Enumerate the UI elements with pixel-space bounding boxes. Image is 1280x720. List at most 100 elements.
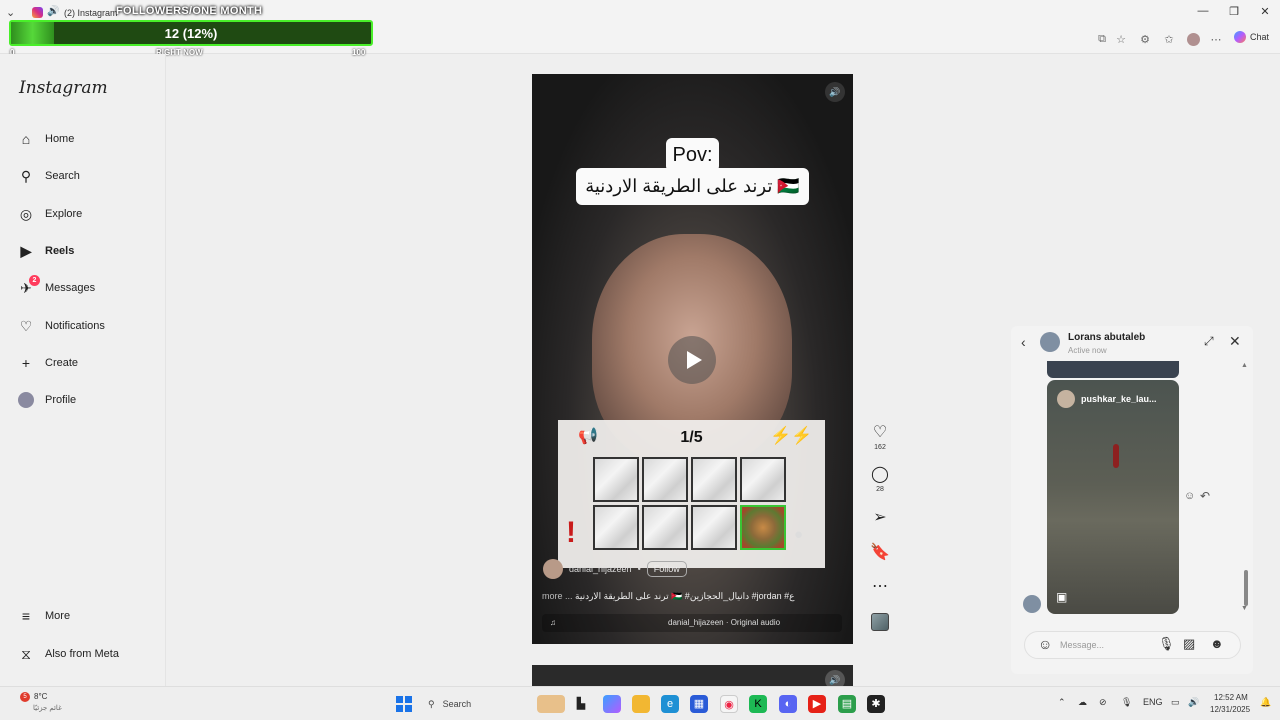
close-icon[interactable]: ✕ — [1229, 333, 1241, 350]
sidebar-item-search[interactable]: ⚲ Search — [18, 165, 80, 187]
sidebar-item-profile[interactable]: Profile — [18, 389, 76, 411]
plus-icon: + — [21, 355, 31, 371]
discord-icon[interactable]: ◐ — [779, 695, 797, 713]
game-tile[interactable] — [593, 505, 639, 550]
sidebar-item-more[interactable]: ≡ More — [18, 605, 70, 627]
message-input[interactable] — [1060, 637, 1150, 653]
shared-reel-message[interactable] — [1047, 380, 1179, 614]
sidebar-item-label: Profile — [45, 394, 77, 406]
reel-badge-icon: ▣ — [1056, 590, 1068, 604]
sidebar-item-home[interactable]: ⌂ Home — [18, 128, 75, 150]
sidebar-item-notifications[interactable]: ♡ Notifications — [18, 315, 105, 337]
game-tile[interactable] — [740, 457, 786, 502]
like-heart-icon[interactable]: ♡ — [866, 422, 894, 442]
image-upload-icon[interactable]: ▨ — [1183, 636, 1195, 652]
chat-label: Chat — [1250, 32, 1270, 42]
tab-list-chevron-icon[interactable]: ⌄ — [6, 6, 15, 19]
volume-icon[interactable]: 🔊 — [1188, 697, 1199, 708]
game-tile-found[interactable] — [740, 505, 786, 550]
tray-overflow-icon[interactable]: ⌃ — [1058, 697, 1066, 708]
sidebar-item-reels[interactable]: ▶ Reels — [18, 240, 75, 262]
contact-name[interactable]: Lorans abutaleb — [1068, 332, 1145, 343]
play-button[interactable] — [668, 336, 716, 384]
lightbulb-icon: ● — [794, 526, 804, 543]
video-caption-overlay: ترند على الطريقة الاردنية 🇯🇴 — [576, 168, 809, 205]
browser-profile-avatar[interactable] — [1187, 33, 1200, 46]
sidebar-item-also-from-meta[interactable]: ⧖ Also from Meta — [18, 643, 119, 665]
sidebar-item-explore[interactable]: ◎ Explore — [18, 203, 82, 225]
microphone-icon[interactable]: 🎙 — [1158, 636, 1175, 652]
copilot-chat-button[interactable]: Chat — [1234, 31, 1269, 43]
notification-bell-icon[interactable]: 🔔 — [1260, 697, 1271, 708]
author-avatar[interactable] — [543, 559, 563, 579]
close-window-icon[interactable]: ✕ — [1255, 5, 1275, 18]
progress-max-label: 100 — [352, 48, 366, 57]
game-tile[interactable] — [642, 457, 688, 502]
emoji-icon[interactable]: ☺ — [1038, 636, 1052, 652]
store-app-icon[interactable]: ▦ — [690, 695, 708, 713]
caption-more-link[interactable]: more ... — [542, 591, 573, 601]
reel-caption: more ... ترند على الطريقة الاردنية 🇯🇴 #د… — [542, 591, 802, 602]
mic-tray-icon[interactable]: 🎙 — [1121, 697, 1132, 708]
weather-description[interactable]: غائم جزئيًا — [33, 704, 62, 712]
react-emoji-icon[interactable]: ☺ — [1184, 490, 1195, 502]
display-icon[interactable]: ▭ — [1171, 697, 1180, 708]
maximize-icon[interactable]: ❐ — [1224, 5, 1244, 18]
previous-message-media[interactable] — [1047, 361, 1179, 378]
game-overlay: 📢 1/5 ⚡⚡ ! ● — [558, 420, 825, 568]
game-tile[interactable] — [593, 457, 639, 502]
kick-app-icon[interactable]: K — [749, 695, 767, 713]
compass-icon: ◎ — [19, 205, 33, 222]
favorite-star-icon[interactable]: ☆ — [1113, 33, 1129, 46]
follow-button[interactable]: Follow — [646, 561, 687, 577]
game-tile[interactable] — [642, 505, 688, 550]
sticker-icon[interactable]: ☻ — [1210, 636, 1224, 651]
scroll-up-icon[interactable]: ▲ — [1241, 362, 1248, 369]
instagram-logo[interactable]: Instagram — [19, 78, 108, 98]
clock-date[interactable]: 12/31/2025 — [1210, 705, 1250, 714]
shared-reel-username: pushkar_ke_lau... — [1081, 394, 1157, 404]
split-screen-icon[interactable]: ⧉ — [1094, 33, 1110, 46]
back-chevron-icon[interactable]: ‹ — [1021, 334, 1026, 350]
game-tile[interactable] — [691, 505, 737, 550]
author-username[interactable]: danial_hijazeen — [569, 564, 632, 574]
youtube-icon[interactable]: ▶ — [808, 695, 826, 713]
language-indicator[interactable]: ENG — [1143, 697, 1163, 707]
tab-title[interactable]: (2) Instagram — [64, 8, 118, 18]
widget-app-icon[interactable] — [537, 695, 565, 713]
onedrive-icon[interactable]: ☁ — [1078, 697, 1087, 708]
next-reel-video[interactable] — [532, 665, 853, 686]
game-tile[interactable] — [691, 457, 737, 502]
contact-avatar[interactable] — [1040, 332, 1060, 352]
file-explorer-icon[interactable] — [632, 695, 650, 713]
scroll-down-icon[interactable]: ▼ — [1241, 605, 1248, 612]
sidebar-item-messages[interactable]: ✈ 2 Messages — [18, 275, 95, 299]
tab-audio-icon[interactable]: 🔊 — [47, 6, 59, 17]
more-options-icon[interactable]: ⋯ — [866, 576, 894, 596]
audio-thumbnail[interactable] — [871, 613, 889, 631]
comment-icon[interactable]: ◯ — [866, 464, 894, 484]
chrome-icon[interactable]: ◉ — [720, 695, 738, 713]
more-options-icon[interactable]: ⋯ — [1208, 33, 1224, 46]
save-bookmark-icon[interactable]: 🔖 — [866, 542, 894, 562]
extensions-icon[interactable]: ⚙ — [1137, 33, 1153, 46]
copilot-app-icon[interactable] — [603, 695, 621, 713]
green-app-icon[interactable]: ▤ — [838, 695, 856, 713]
network-off-icon[interactable]: ⊘ — [1099, 697, 1107, 708]
share-icon[interactable]: ➢ — [866, 507, 894, 527]
favorites-icon[interactable]: ✩ — [1161, 33, 1177, 46]
app-icon[interactable]: ✱ — [867, 695, 885, 713]
clock-time[interactable]: 12:52 AM — [1214, 693, 1248, 702]
taskbar-search[interactable]: ⚲ Search — [420, 692, 530, 716]
audio-info[interactable]: ♫ danial_hijazeen · Original audio — [542, 614, 842, 632]
sidebar-item-create[interactable]: + Create — [18, 352, 78, 374]
message-scrollbar[interactable] — [1244, 570, 1248, 606]
windows-start-icon[interactable] — [396, 696, 412, 712]
reply-icon[interactable]: ↶ — [1200, 489, 1210, 503]
task-view-icon[interactable]: ▙ — [572, 695, 590, 713]
weather-temp[interactable]: 8°C — [34, 692, 47, 701]
edge-browser-icon[interactable]: e — [661, 695, 679, 713]
minimize-icon[interactable]: — — [1193, 5, 1213, 17]
expand-icon[interactable]: ⤢ — [1204, 334, 1214, 349]
mute-toggle-button[interactable]: 🔊 — [825, 82, 845, 102]
